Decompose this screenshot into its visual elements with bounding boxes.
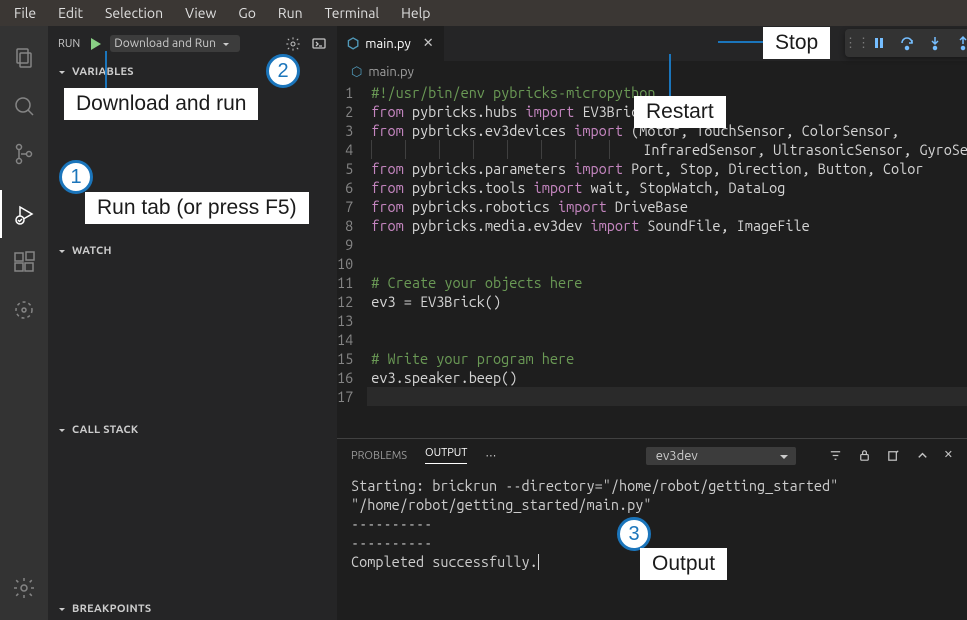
menu-go[interactable]: Go [228, 3, 265, 23]
close-panel-icon[interactable]: ✕ [944, 448, 953, 463]
annotation-line-restart [669, 54, 671, 96]
panel-overflow-icon[interactable]: ⋯ [485, 449, 496, 462]
menubar: FileEditSelectionViewGoRunTerminalHelp [0, 0, 967, 26]
gear-icon[interactable] [285, 36, 301, 52]
debug-console-icon[interactable] [311, 36, 327, 52]
bottom-panel: PROBLEMS OUTPUT ⋯ ev3dev ✕ Starting: bri… [337, 438, 967, 620]
callstack-header[interactable]: CALL STACK [48, 419, 337, 441]
close-icon[interactable]: ✕ [423, 36, 434, 51]
run-config-label: Download and Run [114, 37, 216, 50]
search-icon[interactable] [0, 82, 48, 130]
run-label: RUN [58, 38, 80, 50]
menu-file[interactable]: File [4, 3, 46, 23]
settings-gear-icon[interactable] [0, 564, 48, 612]
menu-selection[interactable]: Selection [95, 3, 173, 23]
output-body[interactable]: Starting: brickrun --directory="/home/ro… [337, 472, 967, 620]
start-debugging-button[interactable] [86, 35, 104, 53]
pause-button[interactable] [865, 30, 893, 56]
extensions-icon[interactable] [0, 238, 48, 286]
clear-icon[interactable] [886, 448, 901, 463]
annotation-line-2 [105, 51, 107, 88]
watch-header[interactable]: WATCH [48, 240, 337, 262]
run-debug-icon[interactable] [0, 190, 48, 238]
output-channel-select[interactable]: ev3dev [646, 447, 796, 465]
tab-label: main.py [365, 37, 411, 51]
breadcrumb[interactable]: ⬡ main.py [337, 61, 967, 83]
drag-grip-icon[interactable]: ⋮⋮ [849, 36, 865, 51]
source-control-icon[interactable] [0, 130, 48, 178]
lock-icon[interactable] [857, 448, 872, 463]
panel-tab-problems[interactable]: PROBLEMS [351, 450, 407, 462]
debug-toolbar[interactable]: ⋮⋮ [845, 29, 967, 57]
menu-run[interactable]: Run [268, 3, 313, 23]
explorer-icon[interactable] [0, 34, 48, 82]
annotation-label-1: Run tab (or press F5) [85, 192, 309, 224]
menu-edit[interactable]: Edit [48, 3, 93, 23]
code-editor[interactable]: 1234567891011121314151617 #!/usr/bin/env… [337, 83, 967, 438]
step-into-button[interactable] [921, 30, 949, 56]
annotation-label-2: Download and run [64, 88, 258, 120]
filter-icon[interactable] [828, 448, 843, 463]
annotation-line-stop [718, 41, 763, 43]
step-over-button[interactable] [893, 30, 921, 56]
run-config-select[interactable]: Download and Run [110, 35, 240, 52]
python-file-icon: ⬡ [347, 35, 359, 52]
menu-view[interactable]: View [175, 3, 226, 23]
breakpoints-header[interactable]: BREAKPOINTS [48, 598, 337, 620]
annotation-num-1: 1 [59, 160, 93, 194]
tab-mainpy[interactable]: ⬡ main.py ✕ [337, 26, 444, 61]
menu-terminal[interactable]: Terminal [315, 3, 390, 23]
annotation-label-restart: Restart [634, 96, 726, 128]
annotation-num-3: 3 [617, 517, 651, 551]
tab-bar: ⬡ main.py ✕ ⋮⋮ ⋯ [337, 26, 967, 61]
line-gutter: 1234567891011121314151617 [337, 83, 367, 438]
annotation-label-3: Output [640, 548, 727, 580]
chevron-up-icon[interactable] [915, 448, 930, 463]
remote-icon[interactable] [0, 286, 48, 334]
step-out-button[interactable] [949, 30, 967, 56]
activity-bar [0, 26, 48, 620]
annotation-label-stop: Stop [763, 27, 830, 59]
menu-help[interactable]: Help [391, 3, 440, 23]
annotation-num-2: 2 [266, 54, 300, 88]
panel-tab-output[interactable]: OUTPUT [425, 447, 467, 464]
